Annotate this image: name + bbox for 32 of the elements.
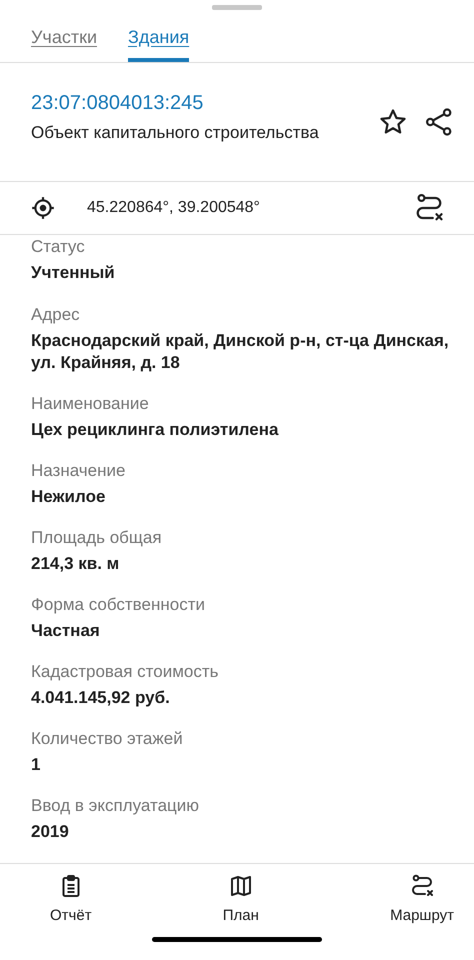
field-label: Площадь общая [31, 528, 163, 548]
route-icon [410, 874, 434, 898]
field-label: Кадастровая стоимость [31, 662, 220, 682]
field-label: Статус [31, 237, 86, 258]
field-label: Ввод в эксплуатацию [31, 796, 200, 816]
tab[interactable]: Участки [31, 12, 97, 62]
nav-button[interactable]: Маршрут [370, 874, 454, 938]
field-value: Частная [31, 620, 101, 642]
drag-handle[interactable] [212, 5, 262, 10]
cadastral-number: 23:07:0804013:245 [31, 92, 204, 115]
tab[interactable]: Здания [128, 12, 190, 62]
nav-button[interactable]: Отчёт [20, 874, 112, 938]
field-label: Адрес [31, 304, 81, 325]
object-type: Объект капитального строительства [31, 122, 320, 143]
nav-button[interactable]: План [202, 874, 279, 938]
location-icon[interactable] [30, 195, 56, 222]
field-value: 214,3 кв. м [31, 552, 120, 575]
field-label: Количество этажей [31, 729, 184, 750]
field-label: Форма собственности [31, 594, 206, 615]
field-value: Цех рециклинга полиэтилена [31, 418, 280, 441]
field-value: Учтенный [31, 262, 116, 284]
route-icon[interactable] [414, 193, 444, 224]
field-value: Краснодарский край, Динской р-н, ст-ца Динская, ул. Крайняя, д. 18 [31, 330, 450, 374]
field-label: Наименование [31, 394, 150, 414]
share-icon[interactable] [424, 107, 454, 138]
map-icon [228, 874, 253, 898]
field-value: Нежилое [31, 486, 106, 508]
coordinates: 45.220864°, 39.200548° [87, 199, 261, 218]
field-value: 4.041.145,92 руб. [31, 687, 171, 710]
field-value: 2019 [31, 821, 70, 844]
field-label: Назначение [31, 460, 126, 481]
field-value: 1 [31, 754, 42, 776]
